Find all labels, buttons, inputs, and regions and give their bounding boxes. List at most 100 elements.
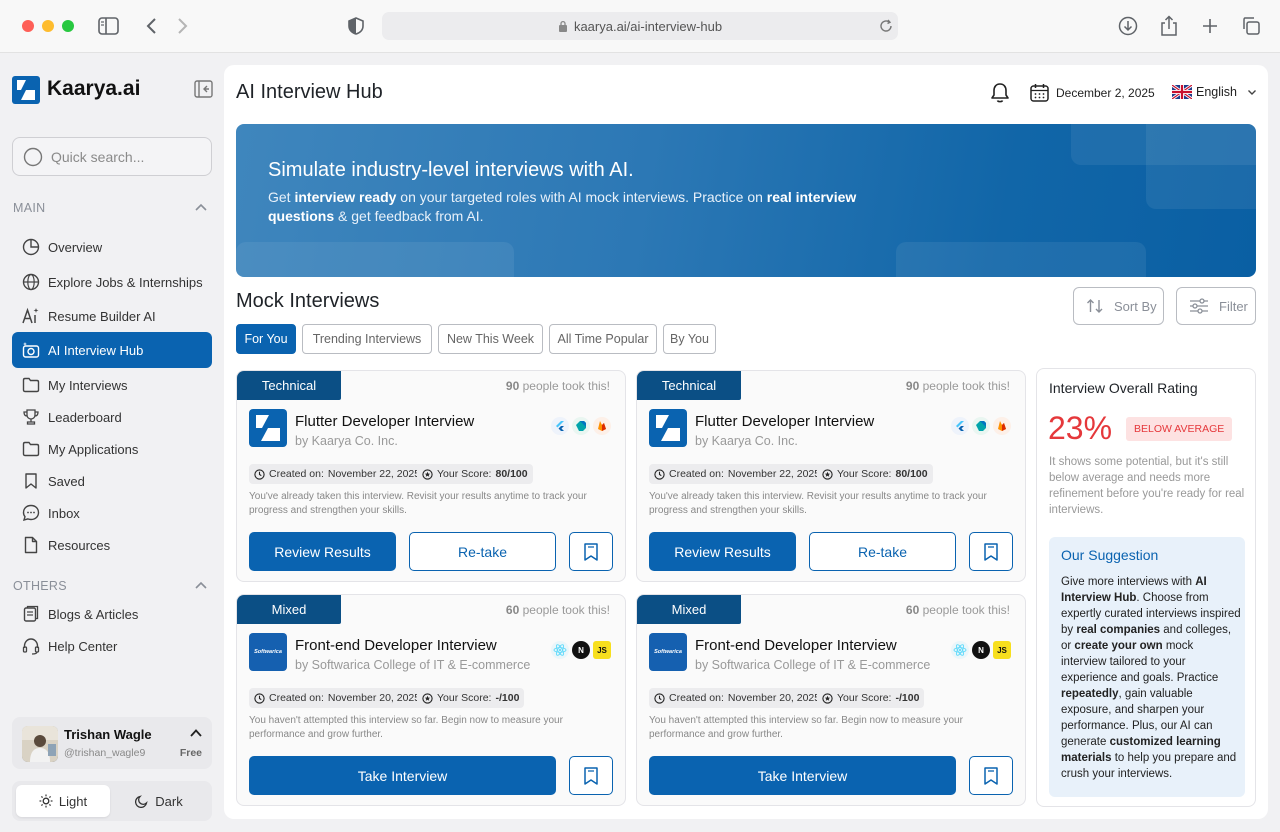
- star-badge-icon: [822, 692, 833, 704]
- calendar-icon[interactable]: [1030, 83, 1049, 102]
- interview-title[interactable]: Front-end Developer Interview: [295, 637, 497, 654]
- tab-overview-icon[interactable]: [1242, 17, 1260, 35]
- chevron-up-icon[interactable]: [194, 200, 208, 214]
- tab-for-you[interactable]: For You: [236, 324, 296, 354]
- light-theme-button[interactable]: Light: [16, 785, 110, 817]
- collapse-sidebar-icon[interactable]: [194, 80, 213, 98]
- overall-rating-panel: Interview Overall Rating 23% BELOW AVERA…: [1036, 368, 1256, 807]
- suggestion-title: Our Suggestion: [1061, 547, 1159, 563]
- sidebar-item-label: Blogs & Articles: [48, 606, 139, 622]
- take-interview-button[interactable]: Take Interview: [249, 756, 556, 795]
- take-interview-button[interactable]: Take Interview: [649, 756, 956, 795]
- folder-icon: [22, 377, 40, 393]
- folder-icon: [22, 441, 40, 457]
- nextjs-icon: N: [572, 641, 590, 659]
- camera-ai-icon: [22, 342, 40, 358]
- filter-sliders-icon: [1190, 298, 1208, 314]
- sidebar-item-leaderboard[interactable]: Leaderboard: [12, 399, 212, 435]
- bell-icon[interactable]: [990, 82, 1010, 104]
- clock-icon: [654, 468, 665, 480]
- interview-title[interactable]: Flutter Developer Interview: [295, 413, 474, 430]
- sidebar-item-saved[interactable]: Saved: [12, 463, 212, 499]
- star-badge-icon: [822, 468, 833, 480]
- sidebar-item-ai-interview-hub[interactable]: AI Interview Hub: [12, 332, 212, 368]
- sidebar-item-my-applications[interactable]: My Applications: [12, 431, 212, 467]
- tab-by-you[interactable]: By You: [663, 324, 716, 354]
- language-selector[interactable]: English: [1172, 85, 1258, 99]
- sort-icon: [1087, 299, 1103, 313]
- category-tag: Technical: [637, 371, 741, 400]
- rating-description: It shows some potential, but it's still …: [1049, 456, 1245, 516]
- sidebar-item-inbox[interactable]: Inbox: [12, 495, 212, 531]
- forward-arrow-icon[interactable]: [177, 17, 189, 35]
- category-tag: Technical: [237, 371, 341, 400]
- sidebar-toggle-icon[interactable]: [98, 17, 119, 35]
- interview-title[interactable]: Front-end Developer Interview: [695, 637, 897, 654]
- search-icon: [23, 147, 43, 166]
- share-icon[interactable]: [1160, 15, 1178, 37]
- new-tab-icon[interactable]: [1202, 18, 1218, 34]
- sidebar-item-explore-jobs[interactable]: Explore Jobs & Internships: [12, 264, 212, 300]
- sidebar-item-overview[interactable]: Overview: [12, 229, 212, 265]
- plan-badge: Free: [179, 747, 202, 759]
- category-tag: Mixed: [237, 595, 341, 624]
- hero-description: Get interview ready on your targeted rol…: [268, 189, 857, 224]
- chevron-up-icon[interactable]: [194, 578, 208, 592]
- tech-stack: [951, 417, 1011, 435]
- category-tag: Mixed: [637, 595, 741, 624]
- sidebar-item-resume-builder[interactable]: Resume Builder AI: [12, 298, 212, 334]
- tab-all-time-popular[interactable]: All Time Popular: [549, 324, 657, 354]
- score-pill: Your Score: -/100: [417, 688, 525, 708]
- bookmark-button[interactable]: [969, 756, 1013, 795]
- uk-flag-icon: [1172, 85, 1192, 99]
- reload-icon[interactable]: [879, 19, 893, 33]
- sort-by-button[interactable]: Sort By: [1073, 287, 1164, 325]
- privacy-shield-icon[interactable]: [348, 17, 364, 35]
- downloads-icon[interactable]: [1118, 16, 1138, 36]
- review-results-button[interactable]: Review Results: [649, 532, 796, 571]
- maximize-window-button[interactable]: [62, 20, 74, 32]
- chevron-up-icon[interactable]: [189, 727, 203, 739]
- moon-icon: [135, 795, 148, 808]
- retake-button[interactable]: Re-take: [409, 532, 556, 571]
- softwarica-logo-icon: Softwarica: [249, 633, 287, 671]
- quick-search[interactable]: [12, 137, 212, 176]
- address-bar[interactable]: kaarya.ai/ai-interview-hub: [382, 12, 898, 40]
- star-badge-icon: [422, 692, 433, 704]
- sidebar-item-label: Explore Jobs & Internships: [48, 274, 203, 290]
- others-section-label: OTHERS: [13, 579, 67, 593]
- kaarya-logo-icon[interactable]: [12, 76, 40, 104]
- bookmark-button[interactable]: [969, 532, 1013, 571]
- user-profile-card[interactable]: Trishan Wagle @trishan_wagle9 Free: [12, 717, 212, 769]
- interview-card: Technical 90 people took this! Flutter D…: [636, 370, 1026, 582]
- back-arrow-icon[interactable]: [145, 17, 157, 35]
- avatar: [22, 726, 58, 762]
- chat-icon: [22, 504, 40, 522]
- bookmark-button[interactable]: [569, 756, 613, 795]
- search-input[interactable]: [51, 148, 201, 165]
- javascript-icon: JS: [593, 641, 611, 659]
- tech-stack: [551, 417, 611, 435]
- score-pill: Your Score: 80/100: [817, 464, 933, 484]
- sidebar-item-blogs[interactable]: Blogs & Articles: [12, 596, 212, 632]
- rating-badge: BELOW AVERAGE: [1126, 417, 1233, 441]
- dark-theme-button[interactable]: Dark: [112, 785, 206, 817]
- retake-button[interactable]: Re-take: [809, 532, 956, 571]
- sidebar-item-resources[interactable]: Resources: [12, 527, 212, 563]
- tab-new-this-week[interactable]: New This Week: [438, 324, 543, 354]
- close-window-button[interactable]: [22, 20, 34, 32]
- pie-chart-icon: [22, 238, 40, 256]
- headset-icon: [22, 638, 40, 655]
- sidebar-item-help-center[interactable]: Help Center: [12, 628, 212, 664]
- bookmark-button[interactable]: [569, 532, 613, 571]
- created-date-pill: Created on: November 20, 2025: [649, 688, 826, 708]
- dart-icon: [572, 417, 590, 435]
- tab-trending[interactable]: Trending Interviews: [302, 324, 432, 354]
- brand-name: Kaarya.ai: [47, 77, 141, 100]
- minimize-window-button[interactable]: [42, 20, 54, 32]
- review-results-button[interactable]: Review Results: [249, 532, 396, 571]
- interview-author: by Softwarica College of IT & E-commerce: [295, 658, 531, 672]
- filter-button[interactable]: Filter: [1176, 287, 1256, 325]
- interview-title[interactable]: Flutter Developer Interview: [695, 413, 874, 430]
- sidebar-item-my-interviews[interactable]: My Interviews: [12, 367, 212, 403]
